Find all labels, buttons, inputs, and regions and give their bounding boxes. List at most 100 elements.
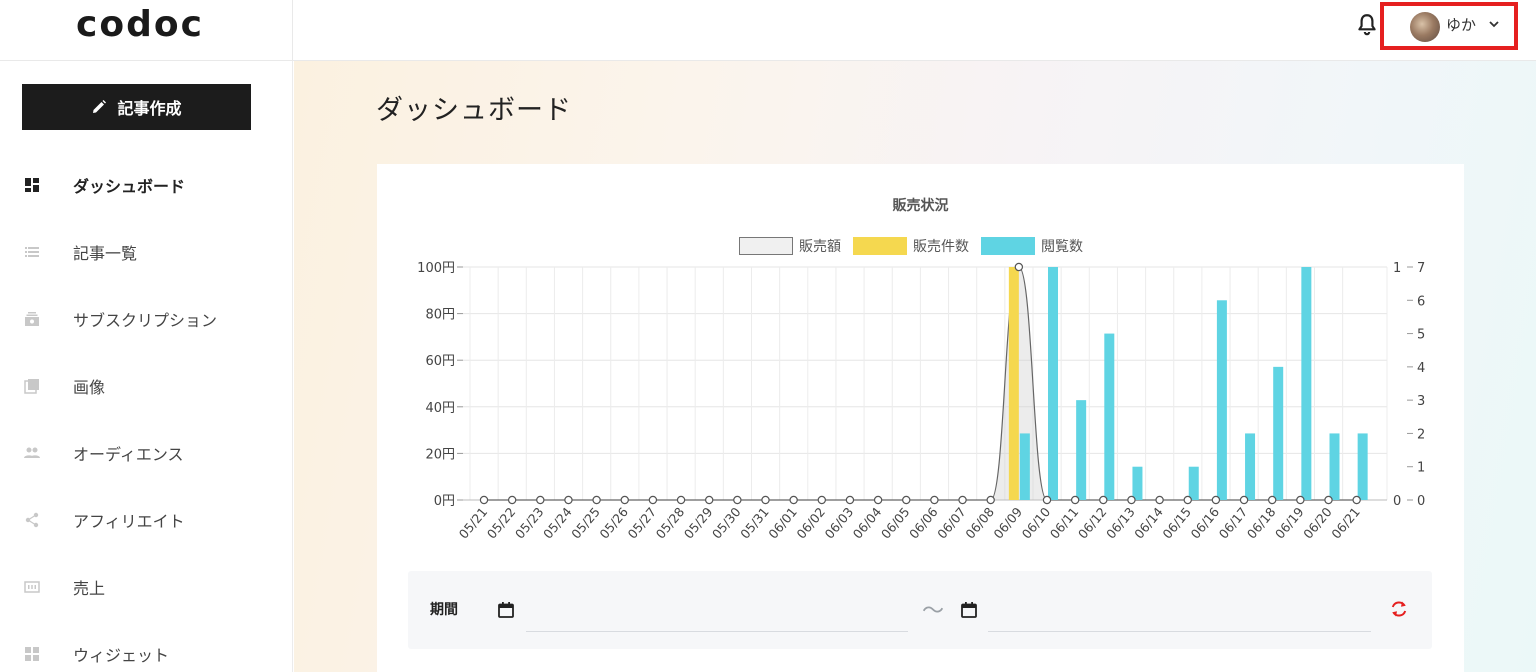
x-tick-label: 06/13 [1103, 504, 1138, 541]
x-tick-label: 06/04 [850, 504, 885, 541]
sidebar-item-label: サブスクリプション [73, 311, 218, 330]
x-tick-label: 06/02 [793, 504, 828, 541]
x-tick-label: 05/27 [625, 504, 660, 541]
sidebar-item-dashboard[interactable]: ダッシュボード [0, 165, 293, 205]
views-bar [1132, 466, 1143, 500]
sales-amount-point [1183, 495, 1192, 505]
sales-amount-point [479, 495, 489, 505]
x-tick-label: 05/31 [737, 504, 772, 541]
calendar-icon[interactable] [960, 601, 978, 619]
sales-amount-point [1099, 495, 1108, 505]
start-date-input[interactable] [526, 598, 908, 632]
sidebar-item-affiliate[interactable]: アフィリエイト [0, 500, 293, 540]
y-left-tick-label: 80円 [425, 308, 455, 323]
end-date-input[interactable] [988, 598, 1371, 632]
sidebar-item-images[interactable]: 画像 [0, 366, 293, 406]
sales-amount-point [958, 495, 967, 505]
y-right2-tick-label: 0 [1417, 494, 1425, 509]
chevron-down-icon[interactable] [1488, 18, 1500, 30]
views-bar [1301, 267, 1312, 500]
sales-amount-point [1296, 495, 1305, 505]
sales-amount-point [1239, 495, 1249, 505]
widget-icon [25, 647, 39, 661]
user-name[interactable]: ゆか [1446, 14, 1476, 35]
views-bar [1188, 466, 1199, 500]
x-tick-label: 06/11 [1047, 504, 1082, 541]
x-tick-label: 06/01 [765, 504, 800, 541]
y-right2-tick-label: 5 [1417, 328, 1425, 343]
x-tick-label: 06/03 [822, 504, 857, 541]
sidebar-item-articles[interactable]: 記事一覧 [0, 232, 293, 272]
sales-chart-card: 販売状況 販売額 販売件数 閲覧数 0円 20円 40円 60円 80円 100円 0 1 0 1… [377, 164, 1464, 672]
logo[interactable]: codoc [76, 4, 204, 45]
sales-amount-point [1155, 495, 1164, 505]
audience-icon [24, 447, 40, 458]
y-right2-tick-label: 4 [1417, 361, 1425, 376]
sales-amount-point [592, 495, 601, 505]
sales-amount-point [564, 495, 573, 505]
user-menu[interactable]: ゆか [1380, 2, 1518, 50]
sales-amount-point [1211, 495, 1221, 505]
sidebar-item-label: 売上 [73, 579, 106, 598]
sales-amount-point [507, 495, 517, 505]
x-tick-label: 06/19 [1272, 504, 1307, 541]
x-tick-label: 06/16 [1188, 504, 1223, 541]
new-post-label: 記事作成 [117, 99, 182, 118]
avatar[interactable] [1410, 12, 1440, 42]
sidebar-item-sales[interactable]: 売上 [0, 567, 293, 607]
sidebar-item-widget[interactable]: ウィジェット [0, 634, 293, 672]
bell-icon[interactable] [1354, 12, 1380, 38]
sales-amount-point [789, 495, 798, 505]
new-post-button[interactable]: 記事作成 [22, 84, 251, 130]
sales-amount-point [817, 495, 826, 505]
sales-amount-point [1324, 495, 1333, 505]
x-tick-label: 06/18 [1244, 504, 1279, 541]
sidebar: 記事作成 ダッシュボード 記事一覧 サブスクリプション 画像 オーディエンス ア… [0, 61, 293, 672]
sales-amount-point [873, 495, 883, 505]
calendar-icon[interactable] [497, 601, 515, 619]
sales-amount-point [1070, 495, 1080, 505]
views-bar [1104, 333, 1115, 500]
views-bar [1019, 433, 1030, 500]
views-bar [1076, 400, 1087, 500]
sales-amount-point [705, 495, 714, 505]
y-right1-tick-label: 1 [1393, 261, 1401, 276]
x-tick-label: 06/08 [962, 504, 997, 541]
sales-amount-point [1014, 262, 1024, 272]
x-tick-label: 05/22 [484, 504, 519, 541]
sales-amount-point [620, 495, 629, 505]
x-tick-label: 05/23 [512, 504, 547, 541]
sales-amount-point [1352, 495, 1361, 505]
views-bar [1048, 267, 1058, 500]
refresh-icon[interactable] [1389, 599, 1409, 619]
x-tick-label: 06/05 [878, 504, 913, 541]
x-tick-label: 06/07 [934, 504, 969, 541]
sidebar-item-label: オーディエンス [73, 445, 184, 464]
sidebar-item-subscription[interactable]: サブスクリプション [0, 299, 293, 339]
x-tick-label: 06/14 [1131, 504, 1166, 541]
y-left-tick-label: 20円 [425, 447, 455, 462]
sales-count-bar [1008, 267, 1019, 500]
page-title: ダッシュボード [376, 95, 572, 126]
x-tick-label: 06/21 [1328, 504, 1363, 541]
x-tick-label: 06/06 [906, 504, 941, 541]
sidebar-item-label: 画像 [73, 378, 106, 397]
sales-amount-point [902, 495, 911, 505]
sales-amount-point [761, 495, 770, 505]
y-left-tick-label: 40円 [425, 401, 455, 416]
sales-amount-point [1042, 495, 1052, 505]
y-right1-tick-label: 0 [1393, 494, 1401, 509]
x-tick-label: 05/25 [568, 504, 603, 541]
views-bar [1329, 433, 1340, 500]
x-tick-label: 05/21 [456, 504, 491, 541]
top-header: codoc ゆか [0, 0, 1536, 61]
list-icon [25, 247, 39, 257]
views-bar [1273, 366, 1284, 500]
main-content: ダッシュボード 販売状況 販売額 販売件数 閲覧数 0円 20円 40円 60円 80円… [294, 61, 1536, 672]
sales-amount-point [930, 495, 939, 505]
sidebar-item-audience[interactable]: オーディエンス [0, 433, 293, 473]
pencil-icon [93, 100, 107, 113]
logo-area: codoc [0, 0, 293, 61]
subscription-icon [25, 312, 39, 326]
image-icon [24, 379, 39, 394]
